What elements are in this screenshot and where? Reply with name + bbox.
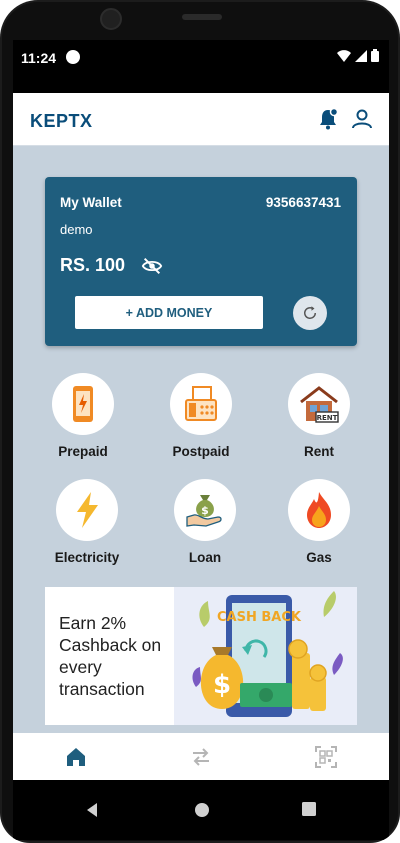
qr-scan-icon[interactable] <box>314 745 338 769</box>
wallet-title: My Wallet <box>60 195 122 210</box>
front-camera <box>100 8 122 30</box>
signal-icon <box>355 49 367 62</box>
service-loan[interactable]: $ Loan <box>155 479 255 565</box>
recents-icon[interactable] <box>302 802 316 816</box>
service-gas[interactable]: Gas <box>269 479 369 565</box>
system-navigation-bar <box>13 780 389 840</box>
battery-icon <box>371 49 379 62</box>
cashback-art-icon: CASH BACK $ <box>192 591 343 717</box>
hide-balance-icon[interactable] <box>141 255 163 277</box>
service-label: Postpaid <box>172 444 230 459</box>
service-icon-circle <box>288 479 350 541</box>
bottom-navigation <box>13 733 389 780</box>
service-label: Electricity <box>54 550 120 565</box>
home-icon[interactable] <box>64 745 88 769</box>
svg-text:$: $ <box>213 670 231 700</box>
refresh-icon <box>304 306 317 319</box>
svg-text:RENT: RENT <box>317 414 338 422</box>
wallet-user: demo <box>60 222 93 237</box>
flame-icon <box>307 492 331 528</box>
screen: 11:24 KEPTX My Wallet 9356637431 demo RS… <box>13 40 389 840</box>
service-icon-circle <box>56 479 118 541</box>
service-icon-circle <box>170 373 232 435</box>
cashback-illustration: CASH BACK $ <box>174 587 357 725</box>
status-icons <box>337 49 379 62</box>
fax-machine-icon <box>185 386 217 421</box>
service-icon-circle: $ <box>174 479 236 541</box>
service-icon-circle <box>52 373 114 435</box>
service-icon-circle: RENT <box>288 373 350 435</box>
service-label: Gas <box>306 550 332 565</box>
cashback-promo-banner[interactable]: Earn 2% Cashback on every transaction CA… <box>45 587 357 725</box>
service-postpaid[interactable]: Postpaid <box>151 373 251 459</box>
promo-art-label: CASH BACK <box>217 610 302 625</box>
home-circle-icon[interactable] <box>194 802 210 818</box>
house-rent-icon: RENT <box>300 386 339 423</box>
svg-text:$: $ <box>201 504 209 517</box>
service-rent[interactable]: RENT Rent <box>269 373 369 459</box>
service-label: Loan <box>188 550 222 565</box>
service-electricity[interactable]: Electricity <box>37 479 137 565</box>
add-money-button[interactable]: + ADD MONEY <box>75 296 263 329</box>
wallet-card: My Wallet 9356637431 demo RS. 100 + ADD … <box>45 177 357 346</box>
promo-text: Earn 2% Cashback on every transaction <box>59 613 162 699</box>
back-icon[interactable] <box>85 802 99 818</box>
status-bar: 11:24 <box>13 40 389 93</box>
refresh-button[interactable] <box>293 296 327 330</box>
mobile-recharge-icon <box>73 386 93 422</box>
brand-title: KEPTX <box>30 111 93 131</box>
app-header: KEPTX <box>13 93 389 146</box>
notification-bell-icon[interactable] <box>316 107 340 131</box>
app-screen: KEPTX My Wallet 9356637431 demo RS. 100 <box>13 93 389 780</box>
lightning-bolt-icon <box>77 492 98 528</box>
service-label: Prepaid <box>58 444 108 459</box>
wallet-phone: 9356637431 <box>265 195 341 210</box>
service-label: Rent <box>304 444 334 459</box>
phone-frame: 11:24 KEPTX My Wallet 9356637431 demo RS… <box>0 0 400 843</box>
status-time: 11:24 <box>21 50 57 66</box>
money-bag-hand-icon: $ <box>186 495 222 527</box>
app-notification-icon <box>66 50 80 64</box>
earpiece-speaker <box>182 14 222 20</box>
service-prepaid[interactable]: Prepaid <box>33 373 133 459</box>
transfer-arrows-icon[interactable] <box>189 745 213 769</box>
user-profile-icon[interactable] <box>350 107 374 131</box>
wifi-icon <box>337 49 351 62</box>
wallet-balance: RS. 100 <box>60 255 126 275</box>
